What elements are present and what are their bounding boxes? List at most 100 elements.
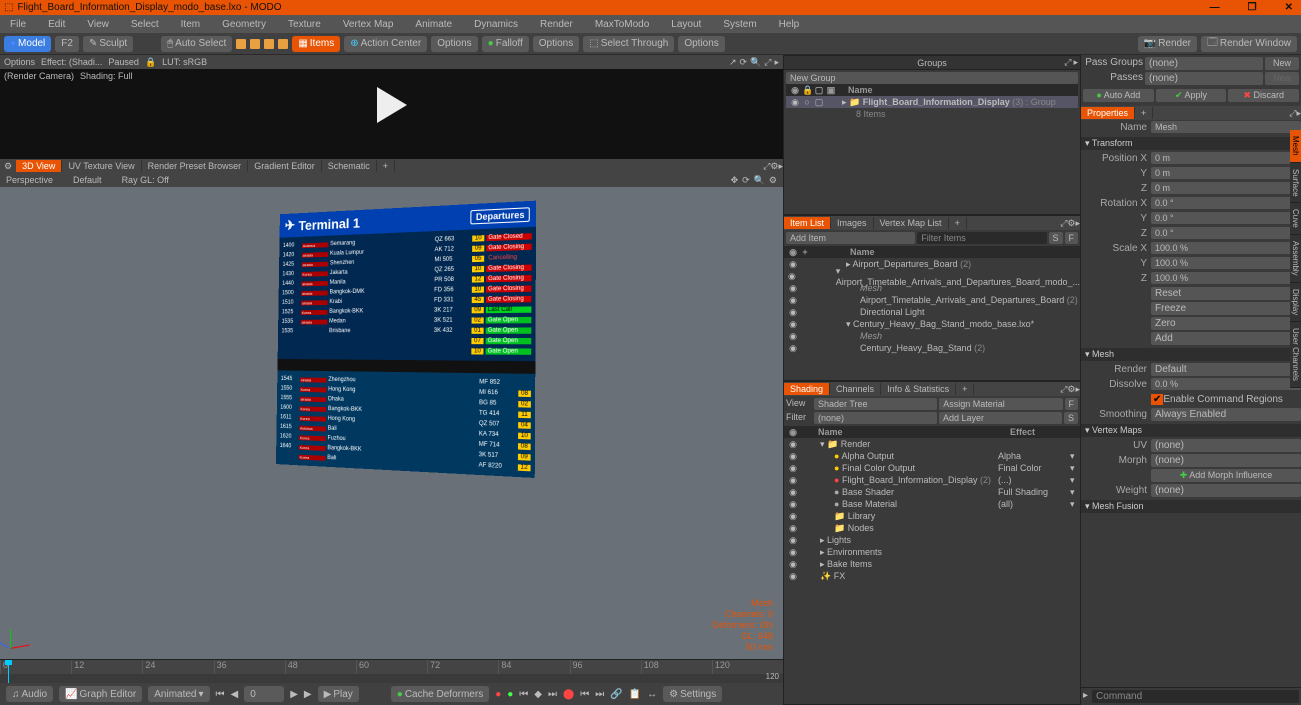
tab-properties[interactable]: Properties [1081,107,1135,119]
smoothing-dropdown[interactable]: Always Enabled [1151,408,1301,421]
props-menu-icon[interactable]: ▸ [1296,108,1301,119]
menu-render[interactable]: Render [534,17,579,32]
add-item-dropdown[interactable]: Add Item [786,232,915,244]
vp-icon-1[interactable]: ✥ [731,175,739,186]
tab-info[interactable]: Info & Statistics [881,383,956,395]
menu-texture[interactable]: Texture [282,17,327,32]
tab-shading[interactable]: Shading [784,383,830,395]
scalez-field[interactable]: 100.0 % [1151,272,1301,284]
new-group-dropdown[interactable]: New Group [786,72,1078,84]
preview-icon-2[interactable]: ⟳ [740,57,748,68]
graph-editor-button[interactable]: 📈 Graph Editor [59,686,142,702]
new-pass-button-2[interactable]: New [1265,72,1299,85]
menu-geometry[interactable]: Geometry [216,17,272,32]
new-pass-button[interactable]: New [1265,57,1299,70]
discard-button[interactable]: ✖ Discard [1228,89,1299,102]
shader-row[interactable]: ◉ ● Flight_Board_Information_Display (2)… [784,474,1080,486]
shading-s-button[interactable]: S [1064,412,1078,424]
command-arrow-icon[interactable]: ▸ [1083,690,1088,703]
tab-channels[interactable]: Channels [830,383,881,395]
filter-f-button[interactable]: F [1065,232,1079,244]
shader-row[interactable]: ◉ ● Final Color OutputFinal Color▾ [784,462,1080,474]
shading-expand-icon[interactable]: ⤢ [1060,384,1067,395]
menu-vertexmap[interactable]: Vertex Map [337,17,400,32]
viewport-gear-icon[interactable]: ⚙ [0,161,16,172]
shader-row[interactable]: ◉ 📁 Nodes [784,522,1080,534]
items-button[interactable]: ▦ Items [292,36,340,52]
command-field[interactable]: Command [1092,690,1299,703]
auto-add-button[interactable]: ● Auto Add [1083,89,1154,102]
roty-field[interactable]: 0.0 ° [1151,212,1301,224]
pass-groups-dropdown[interactable]: (none) [1145,57,1263,70]
tab-uvview[interactable]: UV Texture View [62,160,141,172]
solo-col-icon[interactable]: ▣ [826,85,836,96]
frame-field[interactable]: 0 [244,686,284,702]
item-row[interactable]: ◉▾ Century_Heavy_Bag_Stand_modo_base.lxo… [784,318,1080,330]
shader-row[interactable]: ◉ 📁 Library [784,510,1080,522]
timeline[interactable]: 01224364860728496108120 120 [0,659,783,683]
menu-view[interactable]: View [81,17,115,32]
key-icon-2[interactable]: ◆ [534,689,542,700]
close-button[interactable]: ✕ [1281,2,1297,13]
render-dropdown[interactable]: Default [1151,363,1301,376]
vp-icon-3[interactable]: 🔍 [754,175,765,186]
tab-itemlist[interactable]: Item List [784,217,831,229]
raygl-dropdown[interactable]: Ray GL: Off [122,175,169,185]
transform-section[interactable]: ▾ Transform [1081,137,1301,150]
sidetab-display[interactable]: Display [1290,283,1301,322]
key-icon-1[interactable]: ⏮ [519,689,528,700]
menu-maxtomodo[interactable]: MaxToModo [589,17,655,32]
name-field[interactable]: Mesh [1151,121,1301,133]
apply-button[interactable]: ✔ Apply [1156,89,1227,102]
sculpt-button[interactable]: ✎ Sculpt [83,36,133,52]
play-label-button[interactable]: ▶ Play [318,686,359,702]
scalex-field[interactable]: 100.0 % [1151,242,1301,254]
assign-material-dropdown[interactable]: Assign Material [939,398,1062,410]
play-button[interactable]: ▶ [304,689,312,700]
morph-dropdown[interactable]: (none) [1151,454,1301,467]
shader-row[interactable]: ◉▾ 📁 Render [784,438,1080,450]
preview-icon-3[interactable]: 🔍 [750,57,761,68]
preview-icon-5[interactable]: ▸ [774,57,779,68]
group-item[interactable]: ◉○▢ ▸ 📁 Flight_Board_Information_Display… [786,96,1078,108]
posy-field[interactable]: 0 m [1151,167,1301,179]
rec-icon-1[interactable]: ● [495,689,501,700]
menu-animate[interactable]: Animate [409,17,458,32]
preview-effect[interactable]: Effect: (Shadi... [41,57,102,68]
key-icon-4[interactable]: ⏮ [580,689,589,700]
action-center-button[interactable]: ⊕ Action Center [344,36,427,52]
filter-items-field[interactable]: Filter Items [917,232,1046,244]
menu-help[interactable]: Help [773,17,806,32]
minimize-button[interactable]: — [1206,2,1224,13]
paste-icon[interactable]: 📋 [629,689,641,700]
vis-col-icon[interactable]: ◉ [790,85,800,96]
shader-row[interactable]: ◉ ● Base Material(all)▾ [784,498,1080,510]
sidetab-userchannels[interactable]: User Channels [1290,322,1301,388]
shading-f-button[interactable]: F [1065,398,1079,410]
cache-deformers-button[interactable]: ● Cache Deformers [391,686,489,702]
rotz-field[interactable]: 0.0 ° [1151,227,1301,239]
audio-button[interactable]: ♫ Audio [6,686,53,702]
sidetab-assembly[interactable]: Assembly [1290,235,1301,283]
step-back-button[interactable]: ◀ [231,689,239,700]
item-row[interactable]: ◉ Mesh [784,330,1080,342]
preview-lut[interactable]: LUT: sRGB [162,57,207,68]
groups-expand-icon[interactable]: ⤢ [1064,57,1071,68]
passes-dropdown[interactable]: (none) [1145,72,1263,85]
item-row[interactable]: ◉ Airport_Timetable_Arrivals_and_Departu… [784,294,1080,306]
f2-button[interactable]: F2 [55,36,79,52]
lock-col-icon[interactable]: 🔒 [802,85,812,96]
item-row[interactable]: ◉▾ Airport_Timetable_Arrivals_and_Depart… [784,270,1080,282]
rec-button[interactable]: ⬤ [563,689,574,700]
timeline-marker[interactable] [8,660,9,683]
tab-presets[interactable]: Render Preset Browser [142,160,249,172]
shader-row[interactable]: ◉▸ Bake Items [784,558,1080,570]
reset-dropdown[interactable]: Reset [1151,287,1301,300]
tab-images[interactable]: Images [831,217,874,229]
shading-menu-icon[interactable]: ▸ [1075,384,1080,395]
mesh-section[interactable]: ▾ Mesh [1081,348,1301,361]
scaley-field[interactable]: 100.0 % [1151,257,1301,269]
shader-row[interactable]: ◉ ✨ FX [784,570,1080,582]
itemlist-menu-icon[interactable]: ▸ [1075,218,1080,229]
3d-viewport[interactable]: ✈ Terminal 1 Departures 1400AviancaSemar… [0,187,783,659]
